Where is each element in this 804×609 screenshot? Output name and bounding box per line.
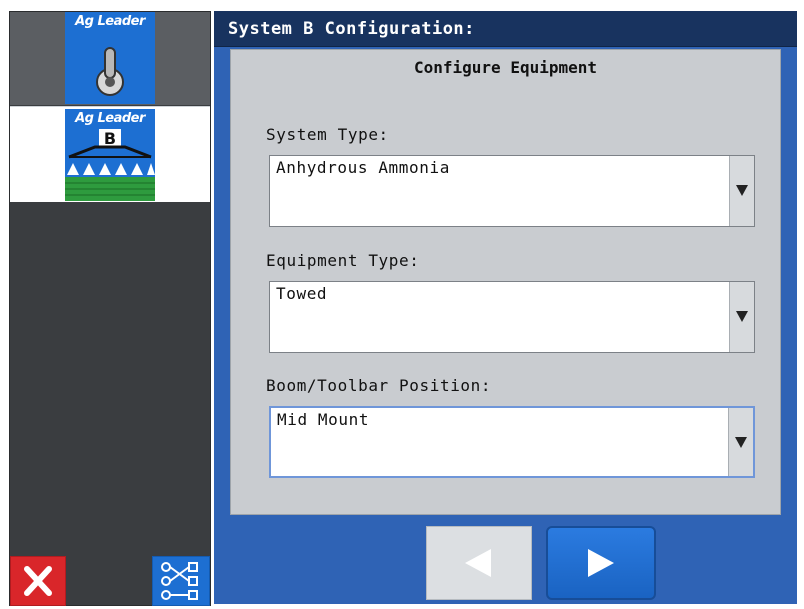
- right-arrow-icon: [588, 549, 614, 577]
- equipment-type-label: Equipment Type:: [266, 251, 420, 270]
- sidebar: Ag Leader Ag Leader B: [9, 11, 211, 606]
- configure-equipment-panel: Configure Equipment System Type: Anhydro…: [230, 49, 781, 515]
- chevron-down-icon[interactable]: [728, 408, 753, 476]
- window-title: System B Configuration:: [214, 11, 797, 47]
- brand-label: Ag Leader: [75, 111, 145, 126]
- boom-toolbar-position-value: Mid Mount: [277, 410, 370, 429]
- system-type-dropdown[interactable]: Anhydrous Ammonia: [269, 155, 755, 227]
- configuration-window: System B Configuration: Configure Equipm…: [214, 11, 797, 604]
- ag-leader-logo-tile: Ag Leader B: [65, 109, 155, 201]
- equipment-type-dropdown[interactable]: Towed: [269, 281, 755, 353]
- left-arrow-icon: [465, 549, 491, 577]
- brand-label: Ag Leader: [75, 14, 145, 29]
- chevron-down-icon[interactable]: [729, 282, 754, 352]
- system-type-value: Anhydrous Ammonia: [276, 158, 450, 177]
- system-badge: B: [104, 129, 116, 148]
- connection-button[interactable]: [152, 556, 210, 606]
- next-button[interactable]: [546, 526, 656, 600]
- previous-button[interactable]: [426, 526, 532, 600]
- boom-toolbar-position-dropdown[interactable]: Mid Mount: [269, 406, 755, 478]
- panel-heading: Configure Equipment: [413, 58, 598, 77]
- sprayer-boom-icon: B: [65, 129, 155, 201]
- ag-leader-logo-tile: Ag Leader: [65, 12, 155, 104]
- chevron-down-icon[interactable]: [729, 156, 754, 226]
- close-x-icon: [24, 566, 52, 596]
- system-type-label: System Type:: [266, 125, 389, 144]
- toggle-switch-icon: [96, 47, 124, 96]
- boom-toolbar-position-label: Boom/Toolbar Position:: [266, 376, 492, 395]
- sidebar-item-product-control[interactable]: Ag Leader: [10, 12, 210, 105]
- sidebar-item-system-b[interactable]: Ag Leader B: [10, 106, 210, 202]
- cancel-button[interactable]: [10, 556, 66, 606]
- equipment-type-value: Towed: [276, 284, 328, 303]
- sidebar-bottom-bar: [10, 553, 210, 606]
- connection-diagram-icon: [161, 562, 198, 600]
